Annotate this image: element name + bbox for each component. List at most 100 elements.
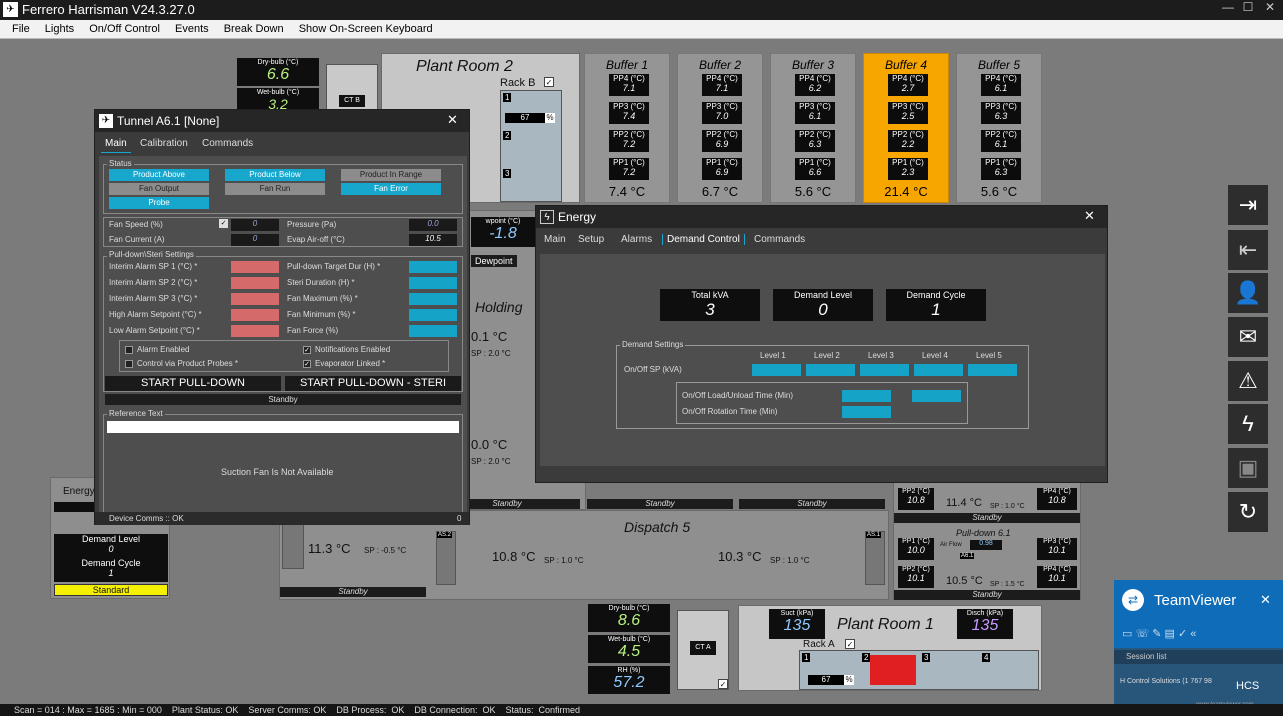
load-unload-time-input-2[interactable]	[912, 390, 961, 402]
menu-onoff-control[interactable]: On/Off Control	[83, 20, 166, 35]
menu-bar: File Lights On/Off Control Events Break …	[0, 20, 1283, 39]
buffer-3-panel[interactable]: Buffer 3 PP4 (°C) 6.2 PP3 (°C) 6.1 PP2 (°C…	[770, 53, 856, 203]
refresh-icon[interactable]: ↻	[1228, 492, 1268, 532]
rotation-time-input[interactable]	[842, 406, 891, 418]
low-alarm-setpoint-label: Low Alarm Setpoint (°C) *	[109, 326, 200, 335]
pp3-display: PP3 (°C) 2.5	[888, 102, 928, 124]
unit-a-sp: SP : 1.0 °C	[990, 503, 1025, 510]
fan-minimum-input[interactable]	[409, 309, 457, 321]
teamviewer-org[interactable]: H Control Solutions (1 767 98	[1120, 678, 1212, 685]
tab-calibration[interactable]: Calibration	[140, 138, 188, 149]
rack-a-checkbox[interactable]: ✓	[845, 639, 855, 649]
interim-alarm-sp1-input[interactable]	[231, 261, 279, 273]
unit-b-temp: 10.5 °C	[946, 575, 983, 587]
dispatch-standby: Standby	[280, 587, 426, 597]
control-via-probes-checkbox[interactable]	[125, 360, 133, 368]
as2-fan-bank: AS.2	[436, 531, 456, 585]
level-5-input[interactable]	[968, 364, 1017, 376]
menu-show-keyboard[interactable]: Show On-Screen Keyboard	[293, 20, 439, 35]
buffer-5-panel[interactable]: Buffer 5 PP4 (°C) 6.1 PP3 (°C) 6.3 PP2 (°C…	[956, 53, 1042, 203]
interim-alarm-sp2-input[interactable]	[231, 277, 279, 289]
dry-bulb-display: Dry-bulb (°C) 6.6	[237, 58, 319, 86]
energy-tab-demand-control[interactable]: Demand Control	[662, 234, 745, 245]
close-icon[interactable]: ✕	[1260, 0, 1280, 14]
start-pulldown-steri-button[interactable]: START PULL-DOWN - STERI	[285, 376, 461, 391]
pulldown-target-dur-input[interactable]	[409, 261, 457, 273]
level-1-input[interactable]	[752, 364, 801, 376]
menu-lights[interactable]: Lights	[39, 20, 80, 35]
fan-maximum-input[interactable]	[409, 293, 457, 305]
menu-events[interactable]: Events	[169, 20, 215, 35]
buffer-2-panel[interactable]: Buffer 2 PP4 (°C) 7.1 PP3 (°C) 7.0 PP2 (°C…	[677, 53, 763, 203]
energy-tab-commands[interactable]: Commands	[754, 234, 805, 245]
logout-icon[interactable]: ⇤	[1228, 230, 1268, 270]
cooling-tower-a[interactable]: CT A ✓	[677, 610, 729, 690]
cooling-tower-b[interactable]: CT B	[326, 64, 378, 112]
start-pulldown-button[interactable]: START PULL-DOWN	[105, 376, 281, 391]
maximize-icon[interactable]: ☐	[1238, 0, 1258, 14]
save-icon[interactable]: ▣	[1228, 448, 1268, 488]
unit-b-standby: Standby	[894, 590, 1080, 600]
fan-maximum-label: Fan Maximum (%) *	[287, 294, 358, 303]
teamviewer-toolbar[interactable]: ▭ ☏ ✎ ▤ ✓ «	[1114, 620, 1283, 648]
level-4-input[interactable]	[914, 364, 963, 376]
reference-text-input[interactable]	[107, 421, 459, 433]
holding-sp-2: SP : 2.0 °C	[471, 457, 511, 466]
energy-lightning-icon[interactable]: ϟ	[1228, 404, 1268, 444]
menu-break-down[interactable]: Break Down	[218, 20, 290, 35]
menu-file[interactable]: File	[6, 20, 36, 35]
energy-tab-main[interactable]: Main	[544, 234, 566, 245]
plant-room-2-title: Plant Room 2	[416, 58, 513, 75]
dry-bulb-label: Dry-bulb (°C)	[257, 59, 299, 66]
buffer-temperature: 5.6 °C	[980, 184, 1018, 199]
fan-speed-checkbox[interactable]: ✓	[219, 219, 228, 228]
buffer-1-panel[interactable]: Buffer 1 PP4 (°C) 7.1 PP3 (°C) 7.4 PP2 (°C…	[584, 53, 670, 203]
energy-demand-content: Total kVA 3 Demand Level 0 Demand Cycle …	[540, 254, 1105, 466]
energy-tab-setup[interactable]: Setup	[578, 234, 604, 245]
status-group-label: Status	[107, 159, 134, 168]
control-via-probes-label: Control via Product Probes *	[137, 359, 238, 368]
load-unload-time-input[interactable]	[842, 390, 891, 402]
dispatch-title: Dispatch 5	[624, 519, 691, 535]
energy-close-icon[interactable]: ✕	[1084, 208, 1095, 224]
rack-b-label: Rack B	[500, 77, 536, 89]
energy-tab-alarms[interactable]: Alarms	[621, 234, 652, 245]
steri-duration-input[interactable]	[409, 277, 457, 289]
rack-b-checkbox[interactable]: ✓	[544, 77, 554, 87]
level-2-input[interactable]	[806, 364, 855, 376]
minimize-icon[interactable]: —	[1218, 0, 1238, 14]
fan-run-indicator: Fan Run	[225, 183, 325, 195]
buffer-4-panel[interactable]: Buffer 4 PP4 (°C) 2.7 PP3 (°C) 2.5 PP2 (°C…	[863, 53, 949, 203]
fan-force-input[interactable]	[409, 325, 457, 337]
level-3-input[interactable]	[860, 364, 909, 376]
a61-tag[interactable]: A6.1	[960, 553, 975, 559]
standard-indicator: Standard	[54, 584, 168, 596]
airflow-value: 0.98	[970, 540, 1002, 550]
alarm-bell-icon[interactable]: ⚠	[1228, 361, 1268, 401]
notifications-enabled-checkbox[interactable]: ✓	[303, 346, 311, 354]
interim-alarm-sp3-input[interactable]	[231, 293, 279, 305]
tab-main[interactable]: Main	[101, 138, 131, 153]
tab-commands[interactable]: Commands	[202, 138, 253, 149]
compressor-2-number: 2	[503, 131, 512, 140]
reference-text-label: Reference Text	[107, 409, 165, 418]
product-in-range-indicator: Product In Range	[341, 169, 441, 181]
teamviewer-close-icon[interactable]: ✕	[1260, 592, 1271, 608]
dispatch-sp-3: SP : 1.0 °C	[770, 556, 810, 565]
compressor-2-alarm[interactable]	[870, 655, 916, 685]
high-alarm-setpoint-input[interactable]	[231, 309, 279, 321]
mail-icon[interactable]: ✉	[1228, 317, 1268, 357]
ct-a-checkbox[interactable]: ✓	[718, 679, 728, 689]
compressor-4-number: 4	[982, 653, 991, 662]
user-settings-icon[interactable]: 👤	[1228, 273, 1268, 313]
login-icon[interactable]: ⇥	[1228, 185, 1268, 225]
alarm-enabled-checkbox[interactable]	[125, 346, 133, 354]
low-alarm-setpoint-input[interactable]	[231, 325, 279, 337]
demand-level-display: Demand Level 0	[773, 289, 873, 321]
tunnel-close-icon[interactable]: ✕	[447, 112, 458, 128]
pp2-display: PP2 (°C) 6.1	[981, 130, 1021, 152]
pulldown-title: Pull-down 6.1	[956, 528, 1011, 538]
teamviewer-session-list[interactable]: Session list	[1114, 650, 1283, 664]
standby-indicator: Standby	[587, 499, 733, 509]
evaporator-linked-checkbox[interactable]: ✓	[303, 360, 311, 368]
